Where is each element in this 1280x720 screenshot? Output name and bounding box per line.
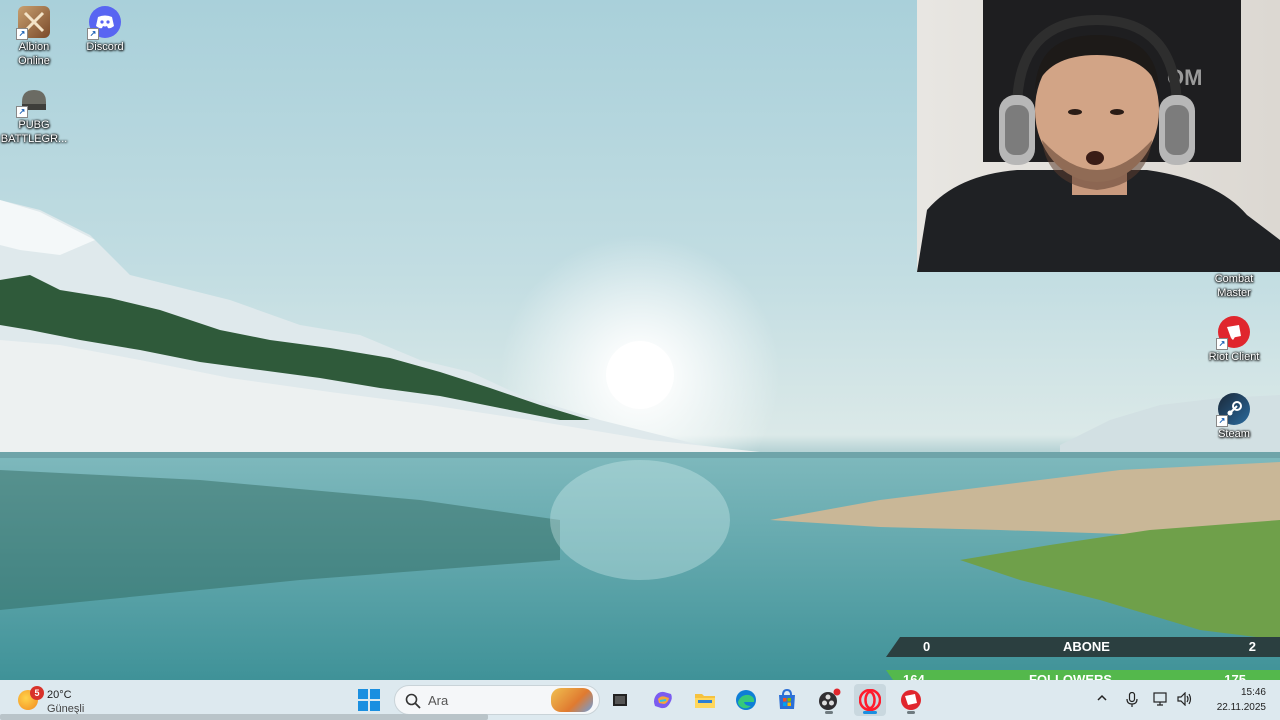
albion-online-icon: ↗: [16, 6, 50, 40]
copilot-icon: [654, 691, 672, 709]
edge-button[interactable]: [730, 684, 762, 716]
clock-time: 15:46: [1240, 687, 1266, 698]
microsoft-store-button[interactable]: [771, 684, 803, 716]
overlay-subscribers-current: 0: [923, 639, 931, 654]
desktop-icon-steam[interactable]: ↗ Steam: [1198, 393, 1270, 441]
start-button[interactable]: [353, 684, 385, 716]
obs-button[interactable]: [813, 684, 845, 716]
speaker-icon[interactable]: [1177, 692, 1193, 706]
microsoft-store-icon: [779, 689, 795, 709]
clock-date: 22.11.2025: [1216, 702, 1266, 713]
overlay-subscribers-bar: 0 ABONE 2: [886, 637, 1280, 657]
windows-start-icon: [358, 689, 380, 711]
overlay-subscribers-goal: 2: [1248, 639, 1256, 654]
discord-icon: ↗: [87, 6, 121, 40]
desktop-icon-label: Albion Online: [18, 41, 50, 67]
desktop-icon-label: Combat Master: [1214, 273, 1254, 299]
file-explorer-button[interactable]: [689, 684, 721, 716]
running-indicator: [863, 711, 877, 714]
opera-icon: [859, 689, 881, 711]
desktop-icon-discord[interactable]: ↗ Discord: [69, 6, 141, 54]
desktop-icon-label: Discord: [86, 41, 124, 53]
taskbar-search-box[interactable]: Ara: [394, 685, 600, 715]
webcam-overlay: OM: [917, 0, 1280, 272]
microphone-icon[interactable]: [1126, 692, 1138, 708]
riot-client-taskbar-button[interactable]: [895, 684, 927, 716]
edge-icon: [736, 690, 756, 710]
task-view-button[interactable]: [604, 684, 636, 716]
running-indicator: [907, 711, 915, 714]
obs-icon: [819, 688, 841, 710]
taskbar-clock[interactable]: 15:46 22.11.2025: [1217, 685, 1266, 715]
opera-button[interactable]: [854, 684, 886, 716]
steam-icon: ↗: [1216, 393, 1250, 427]
capture-scroll-strip: [0, 714, 488, 720]
task-view-icon: [613, 694, 627, 706]
running-indicator: [825, 711, 833, 714]
file-explorer-icon: [695, 694, 715, 708]
search-placeholder: Ara: [428, 693, 449, 708]
desktop-icon-label: PUBG BATTLEGR...: [0, 119, 68, 145]
desktop-icon-pubg[interactable]: ↗ PUBG BATTLEGR...: [0, 84, 70, 146]
pubg-icon: ↗: [16, 84, 50, 118]
weather-temperature: 20°C: [47, 689, 72, 701]
desktop-icon-riot-client[interactable]: ↗ Riot Client: [1198, 316, 1270, 364]
desktop-icon-albion-online[interactable]: ↗ Albion Online: [0, 6, 70, 68]
weather-notification-badge: 5: [30, 686, 44, 700]
chevron-up-icon[interactable]: [1096, 692, 1108, 704]
copilot-button[interactable]: [647, 684, 679, 716]
search-highlight-image: [551, 688, 593, 712]
network-icon[interactable]: [1153, 692, 1169, 706]
riot-client-icon: ↗: [1216, 316, 1250, 350]
riot-client-icon: [901, 690, 921, 710]
desktop-icon-label: Steam: [1218, 428, 1250, 440]
overlay-subscribers-label: ABONE: [1063, 639, 1110, 654]
search-icon: [405, 693, 421, 709]
desktop-icon-label: Riot Client: [1208, 351, 1260, 363]
weather-widget[interactable]: 5 20°C Güneşli: [16, 684, 116, 716]
